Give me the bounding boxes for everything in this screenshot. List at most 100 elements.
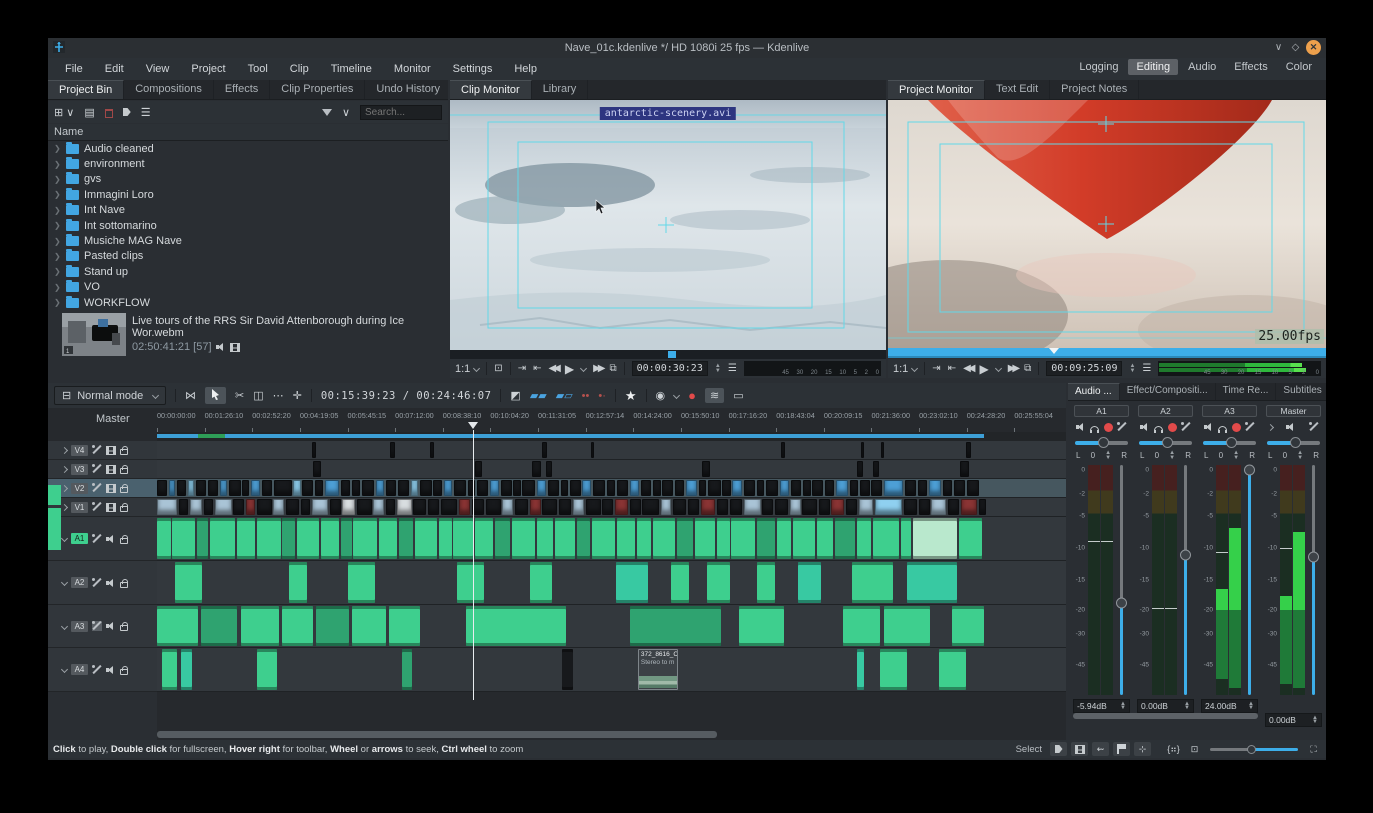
- timeline-clip[interactable]: [512, 518, 536, 559]
- timeline-clip[interactable]: [208, 480, 218, 496]
- timeline-clip[interactable]: [775, 499, 788, 515]
- timeline-clip[interactable]: [617, 518, 635, 559]
- timeline-clip[interactable]: [825, 480, 834, 496]
- timeline-clip[interactable]: [561, 480, 568, 496]
- timeline-clip[interactable]: [744, 499, 760, 515]
- timeline-clip[interactable]: [918, 480, 927, 496]
- workspace-color[interactable]: Color: [1278, 59, 1320, 75]
- timeline-clip[interactable]: [233, 499, 244, 515]
- timeline-clip[interactable]: [379, 518, 397, 559]
- timeline-clip[interactable]: [948, 499, 959, 515]
- timeline-clip[interactable]: [602, 499, 613, 515]
- timeline-clip[interactable]: [179, 499, 188, 515]
- timeline-clip[interactable]: [313, 461, 320, 477]
- clip-monitor-timecode[interactable]: 00:00:30:23: [632, 361, 708, 376]
- filter-chevron-icon[interactable]: ∨: [342, 106, 350, 119]
- timeline-clip[interactable]: [459, 499, 470, 515]
- master-track-label[interactable]: Master: [96, 413, 130, 425]
- bin-folder-row[interactable]: ❯Pasted clips: [48, 249, 448, 264]
- timeline-clip[interactable]: [780, 480, 789, 496]
- mute-track-icon[interactable]: [106, 534, 116, 543]
- timeline-clip[interactable]: [282, 606, 313, 646]
- balance-slider[interactable]: [1139, 436, 1192, 449]
- timeline-clip[interactable]: [157, 480, 167, 496]
- expand-chevron-icon[interactable]: ❯: [54, 175, 61, 184]
- track-header-a1[interactable]: A1: [48, 517, 157, 561]
- timeline-clip[interactable]: [859, 499, 874, 515]
- balance-slider[interactable]: [1075, 436, 1128, 449]
- menu-project[interactable]: Project: [182, 61, 234, 77]
- timeline-clip[interactable]: [157, 499, 177, 515]
- track-v3[interactable]: [157, 460, 1066, 479]
- timeline-clip[interactable]: [315, 480, 323, 496]
- track-a1[interactable]: [157, 517, 1066, 561]
- balance-slider[interactable]: [1203, 436, 1256, 449]
- record-icon[interactable]: [1168, 423, 1177, 432]
- tab-project-bin[interactable]: Project Bin: [48, 80, 124, 99]
- record-icon[interactable]: [1232, 423, 1241, 432]
- timeline-clip[interactable]: [688, 499, 699, 515]
- expand-chevron-icon[interactable]: ❯: [54, 206, 61, 215]
- timeline-clip[interactable]: [673, 499, 686, 515]
- timeline-clip[interactable]: [675, 480, 684, 496]
- timeline-clip[interactable]: [389, 606, 420, 646]
- timeline-clip[interactable]: [441, 499, 457, 515]
- delete-icon[interactable]: [105, 109, 113, 118]
- timeline-clip[interactable]: [433, 480, 442, 496]
- timeline-clip[interactable]: [570, 480, 581, 496]
- tab-subtitles[interactable]: Subtitles: [1276, 383, 1326, 400]
- track-label[interactable]: A4: [71, 664, 88, 675]
- timeline-clip[interactable]: [843, 606, 879, 646]
- timeline-clip[interactable]: [196, 480, 206, 496]
- timeline-clip[interactable]: [297, 518, 319, 559]
- timeline-clip[interactable]: [961, 499, 977, 515]
- expand-chevron-icon[interactable]: ❯: [54, 190, 61, 199]
- track-v2[interactable]: [157, 479, 1066, 498]
- timeline-clip[interactable]: [630, 480, 639, 496]
- timeline-clip[interactable]: [857, 518, 872, 559]
- timeline-clip[interactable]: [241, 606, 279, 646]
- timeline-clip[interactable]: [592, 518, 616, 559]
- timeline-zone[interactable]: [157, 434, 984, 438]
- preview-render-chevron-icon[interactable]: [673, 392, 680, 399]
- subtitle-tool-icon[interactable]: ▭: [733, 389, 743, 402]
- timeline-clip[interactable]: [966, 442, 971, 458]
- bin-folder-row[interactable]: ❯Musiche MAG Nave: [48, 233, 448, 248]
- bin-folder-row[interactable]: ❯VO: [48, 280, 448, 295]
- timeline-clip[interactable]: [330, 499, 341, 515]
- timeline-clip[interactable]: [390, 442, 395, 458]
- timeline-clip[interactable]: [515, 499, 528, 515]
- preview-settings-button[interactable]: ⊡: [1186, 742, 1203, 756]
- lock-track-icon[interactable]: [120, 506, 128, 512]
- collapse-chevron-icon[interactable]: [61, 503, 68, 510]
- timeline-clip[interactable]: [901, 518, 912, 559]
- timeline-clip[interactable]: [341, 518, 352, 559]
- bin-folder-row[interactable]: ❯Immagini Loro: [48, 187, 448, 202]
- track-effects-icon[interactable]: [92, 502, 102, 512]
- track-area[interactable]: 372_8616_CStereo to m: [157, 441, 1066, 740]
- expand-chevron-icon[interactable]: [61, 666, 68, 673]
- timeline-clip[interactable]: [819, 499, 830, 515]
- menu-view[interactable]: View: [137, 61, 179, 77]
- timeline-clip[interactable]: [157, 606, 198, 646]
- timeline-clip[interactable]: [817, 518, 833, 559]
- track-label[interactable]: A3: [71, 621, 88, 632]
- add-clip-icon[interactable]: ⊞ ∨: [54, 106, 74, 119]
- expand-chevron-icon[interactable]: ❯: [54, 252, 61, 261]
- expand-chevron-icon[interactable]: ❯: [54, 283, 61, 292]
- timeline-clip[interactable]: [402, 649, 411, 690]
- project-monitor-seekbar[interactable]: [888, 348, 1326, 358]
- gain-value-box[interactable]: -5.94dB▲▼: [1073, 699, 1130, 713]
- timeline-clip[interactable]: [316, 606, 349, 646]
- timeline-clip[interactable]: [708, 480, 721, 496]
- timeline-clip[interactable]: [671, 562, 689, 603]
- gain-value-box[interactable]: 24.00dB▲▼: [1201, 699, 1258, 713]
- timeline-clip[interactable]: [850, 480, 858, 496]
- bin-folder-row[interactable]: ❯Int sottomarino: [48, 218, 448, 233]
- project-monitor-playhead[interactable]: [1049, 348, 1059, 359]
- zone-icon[interactable]: ⊡: [494, 363, 502, 374]
- timeline-ruler[interactable]: 00:00:00:0000:01:26:1000:02:52:2000:04:1…: [157, 408, 1066, 432]
- balance-knob[interactable]: [1098, 437, 1109, 448]
- timeline-clip[interactable]: [913, 518, 957, 559]
- timeline-clip[interactable]: [548, 480, 559, 496]
